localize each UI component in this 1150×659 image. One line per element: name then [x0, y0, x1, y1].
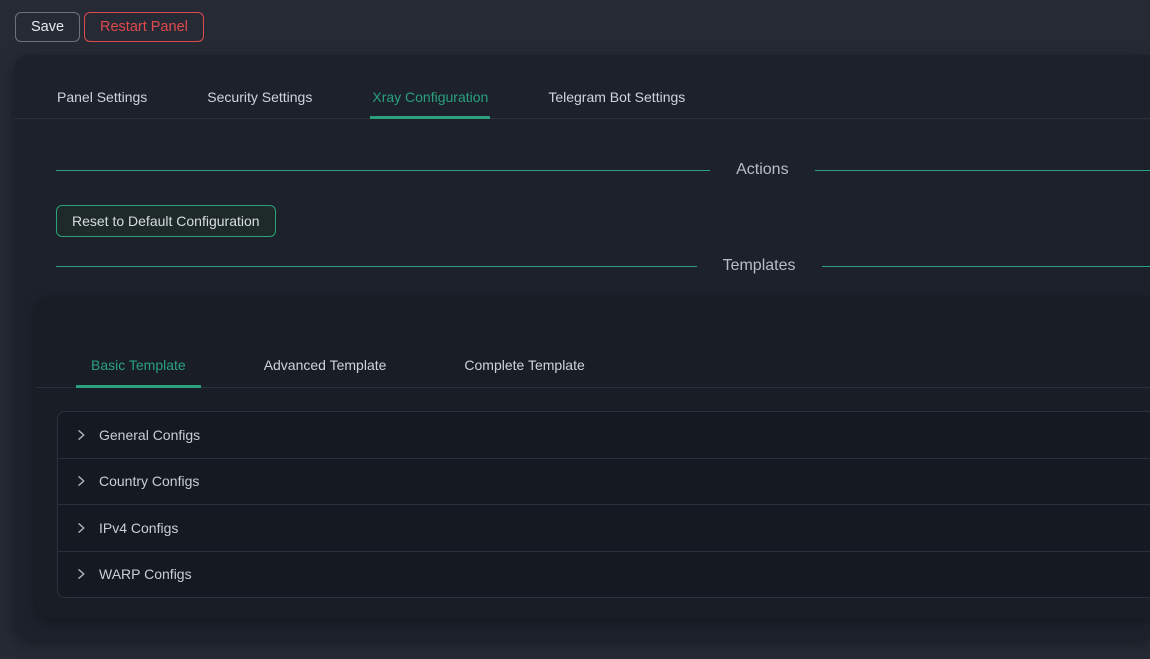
collapse-header-label: General Configs: [99, 427, 200, 443]
actions-divider-label: Actions: [736, 161, 788, 179]
tab-security-settings[interactable]: Security Settings: [205, 78, 314, 119]
chevron-right-icon: [75, 429, 87, 441]
chevron-right-icon: [75, 568, 87, 580]
tab-panel-settings[interactable]: Panel Settings: [55, 78, 149, 119]
settings-card: Panel Settings Security Settings Xray Co…: [14, 55, 1150, 640]
template-tabbar: Basic Template Advanced Template Complet…: [36, 296, 1150, 388]
reset-default-configuration-button[interactable]: Reset to Default Configuration: [56, 205, 276, 237]
collapse-header-label: IPv4 Configs: [99, 520, 178, 536]
actions-divider: Actions: [56, 159, 1150, 181]
collapse-header-label: Country Configs: [99, 473, 199, 489]
collapse-header-country-configs[interactable]: Country Configs: [58, 458, 1150, 505]
divider-line: [56, 266, 697, 267]
divider-line: [56, 170, 710, 171]
top-toolbar: Save Restart Panel: [0, 0, 1150, 55]
divider-line: [815, 170, 1150, 171]
settings-tabbar: Panel Settings Security Settings Xray Co…: [14, 78, 1150, 119]
divider-line: [822, 266, 1150, 267]
templates-divider: Templates: [56, 255, 1150, 277]
tab-advanced-template[interactable]: Advanced Template: [249, 344, 402, 388]
chevron-right-icon: [75, 522, 87, 534]
restart-panel-button[interactable]: Restart Panel: [84, 12, 204, 42]
tab-complete-template[interactable]: Complete Template: [449, 344, 599, 388]
template-collapse-list: General Configs Country Configs IPv4 Con…: [57, 411, 1150, 598]
templates-divider-label: Templates: [723, 257, 796, 275]
chevron-right-icon: [75, 475, 87, 487]
collapse-header-label: WARP Configs: [99, 566, 192, 582]
tab-telegram-bot-settings[interactable]: Telegram Bot Settings: [546, 78, 687, 119]
collapse-header-ipv4-configs[interactable]: IPv4 Configs: [58, 504, 1150, 551]
collapse-header-warp-configs[interactable]: WARP Configs: [58, 551, 1150, 598]
templates-card: Basic Template Advanced Template Complet…: [36, 296, 1150, 618]
collapse-header-general-configs[interactable]: General Configs: [58, 412, 1150, 458]
save-button[interactable]: Save: [15, 12, 80, 42]
tab-basic-template[interactable]: Basic Template: [76, 344, 201, 388]
tab-xray-configuration[interactable]: Xray Configuration: [370, 78, 490, 119]
